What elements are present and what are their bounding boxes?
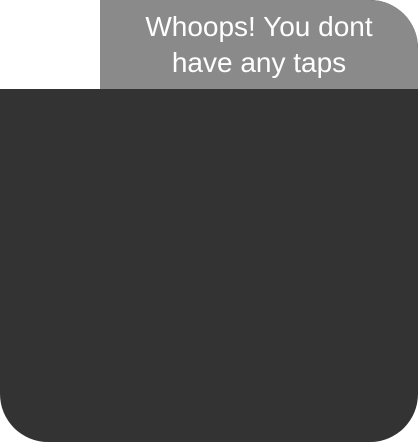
empty-taps-notice: Whoops! You dont have any taps — [100, 0, 418, 89]
corner-spacer — [0, 0, 100, 89]
taps-panel: Whoops! You dont have any taps — [0, 0, 418, 442]
taps-list-area — [0, 89, 418, 442]
empty-taps-message: Whoops! You dont have any taps — [145, 10, 373, 78]
